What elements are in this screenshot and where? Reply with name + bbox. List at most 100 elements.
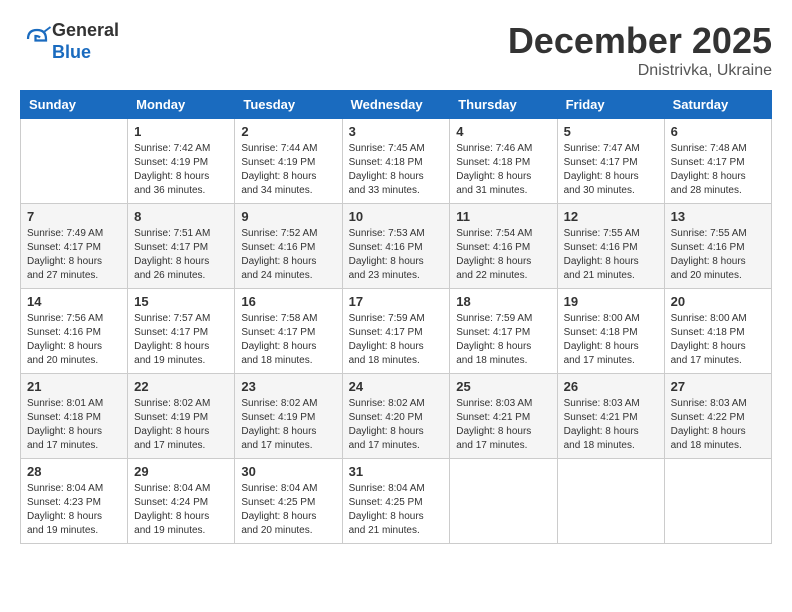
calendar-cell: 7 Sunrise: 7:49 AM Sunset: 4:17 PM Daylig… [21, 204, 128, 289]
day-info: Sunrise: 8:03 AM Sunset: 4:21 PM Dayligh… [456, 397, 550, 453]
calendar-cell: 25 Sunrise: 8:03 AM Sunset: 4:21 PM Dayli… [450, 374, 557, 459]
day-number: 23 [241, 379, 335, 394]
calendar-week-row: 1 Sunrise: 7:42 AM Sunset: 4:19 PM Daylig… [21, 119, 772, 204]
weekday-header: Thursday [450, 91, 557, 119]
calendar-week-row: 28 Sunrise: 8:04 AM Sunset: 4:23 PM Dayli… [21, 459, 772, 544]
day-info: Sunrise: 7:59 AM Sunset: 4:17 PM Dayligh… [349, 312, 444, 368]
day-info: Sunrise: 8:02 AM Sunset: 4:20 PM Dayligh… [349, 397, 444, 453]
calendar-cell: 3 Sunrise: 7:45 AM Sunset: 4:18 PM Daylig… [342, 119, 450, 204]
weekday-header: Friday [557, 91, 664, 119]
day-info: Sunrise: 8:04 AM Sunset: 4:23 PM Dayligh… [27, 482, 121, 538]
day-number: 2 [241, 124, 335, 139]
day-info: Sunrise: 8:04 AM Sunset: 4:25 PM Dayligh… [241, 482, 335, 538]
weekday-header-row: SundayMondayTuesdayWednesdayThursdayFrid… [21, 91, 772, 119]
day-number: 14 [27, 294, 121, 309]
day-info: Sunrise: 7:44 AM Sunset: 4:19 PM Dayligh… [241, 142, 335, 198]
day-info: Sunrise: 8:00 AM Sunset: 4:18 PM Dayligh… [671, 312, 765, 368]
day-number: 3 [349, 124, 444, 139]
day-number: 22 [134, 379, 228, 394]
day-number: 30 [241, 464, 335, 479]
day-info: Sunrise: 8:03 AM Sunset: 4:21 PM Dayligh… [564, 397, 658, 453]
day-info: Sunrise: 7:46 AM Sunset: 4:18 PM Dayligh… [456, 142, 550, 198]
calendar-cell: 1 Sunrise: 7:42 AM Sunset: 4:19 PM Daylig… [128, 119, 235, 204]
calendar-cell: 5 Sunrise: 7:47 AM Sunset: 4:17 PM Daylig… [557, 119, 664, 204]
calendar-cell: 31Sunrise: 8:04 AM Sunset: 4:25 PM Dayli… [342, 459, 450, 544]
day-number: 9 [241, 209, 335, 224]
day-info: Sunrise: 8:03 AM Sunset: 4:22 PM Dayligh… [671, 397, 765, 453]
calendar-cell [21, 119, 128, 204]
day-info: Sunrise: 7:54 AM Sunset: 4:16 PM Dayligh… [456, 227, 550, 283]
calendar-cell: 15Sunrise: 7:57 AM Sunset: 4:17 PM Dayli… [128, 289, 235, 374]
day-number: 19 [564, 294, 658, 309]
calendar-cell: 23 Sunrise: 8:02 AM Sunset: 4:19 PM Dayli… [235, 374, 342, 459]
calendar-cell: 2 Sunrise: 7:44 AM Sunset: 4:19 PM Daylig… [235, 119, 342, 204]
logo: General Blue [20, 20, 119, 63]
day-number: 13 [671, 209, 765, 224]
calendar-cell: 26Sunrise: 8:03 AM Sunset: 4:21 PM Dayli… [557, 374, 664, 459]
day-number: 6 [671, 124, 765, 139]
day-number: 12 [564, 209, 658, 224]
day-number: 5 [564, 124, 658, 139]
day-info: Sunrise: 7:55 AM Sunset: 4:16 PM Dayligh… [564, 227, 658, 283]
day-number: 7 [27, 209, 121, 224]
day-number: 17 [349, 294, 444, 309]
calendar-cell [664, 459, 771, 544]
logo-icon [22, 24, 52, 54]
calendar-cell: 24 Sunrise: 8:02 AM Sunset: 4:20 PM Dayli… [342, 374, 450, 459]
day-info: Sunrise: 7:45 AM Sunset: 4:18 PM Dayligh… [349, 142, 444, 198]
day-number: 4 [456, 124, 550, 139]
calendar-cell: 19 Sunrise: 8:00 AM Sunset: 4:18 PM Dayli… [557, 289, 664, 374]
calendar-cell: 22 Sunrise: 8:02 AM Sunset: 4:19 PM Dayli… [128, 374, 235, 459]
calendar-cell: 9Sunrise: 7:52 AM Sunset: 4:16 PM Daylig… [235, 204, 342, 289]
day-info: Sunrise: 8:01 AM Sunset: 4:18 PM Dayligh… [27, 397, 121, 453]
day-number: 11 [456, 209, 550, 224]
day-info: Sunrise: 7:47 AM Sunset: 4:17 PM Dayligh… [564, 142, 658, 198]
day-info: Sunrise: 7:55 AM Sunset: 4:16 PM Dayligh… [671, 227, 765, 283]
calendar-cell: 17 Sunrise: 7:59 AM Sunset: 4:17 PM Dayli… [342, 289, 450, 374]
calendar-cell: 27 Sunrise: 8:03 AM Sunset: 4:22 PM Dayli… [664, 374, 771, 459]
day-number: 10 [349, 209, 444, 224]
day-number: 24 [349, 379, 444, 394]
calendar-cell: 30 Sunrise: 8:04 AM Sunset: 4:25 PM Dayli… [235, 459, 342, 544]
day-info: Sunrise: 8:00 AM Sunset: 4:18 PM Dayligh… [564, 312, 658, 368]
day-number: 16 [241, 294, 335, 309]
day-number: 25 [456, 379, 550, 394]
page-header: General Blue December 2025 Dnistrivka, U… [20, 20, 772, 80]
day-info: Sunrise: 8:04 AM Sunset: 4:24 PM Dayligh… [134, 482, 228, 538]
calendar-cell: 6Sunrise: 7:48 AM Sunset: 4:17 PM Daylig… [664, 119, 771, 204]
title-block: December 2025 Dnistrivka, Ukraine [508, 20, 772, 80]
calendar-cell: 29Sunrise: 8:04 AM Sunset: 4:24 PM Dayli… [128, 459, 235, 544]
day-info: Sunrise: 7:53 AM Sunset: 4:16 PM Dayligh… [349, 227, 444, 283]
calendar-cell: 28 Sunrise: 8:04 AM Sunset: 4:23 PM Dayli… [21, 459, 128, 544]
day-number: 28 [27, 464, 121, 479]
weekday-header: Tuesday [235, 91, 342, 119]
day-number: 1 [134, 124, 228, 139]
day-info: Sunrise: 7:51 AM Sunset: 4:17 PM Dayligh… [134, 227, 228, 283]
day-info: Sunrise: 8:02 AM Sunset: 4:19 PM Dayligh… [134, 397, 228, 453]
day-number: 27 [671, 379, 765, 394]
calendar-week-row: 14 Sunrise: 7:56 AM Sunset: 4:16 PM Dayli… [21, 289, 772, 374]
calendar-cell: 12 Sunrise: 7:55 AM Sunset: 4:16 PM Dayli… [557, 204, 664, 289]
calendar-week-row: 21 Sunrise: 8:01 AM Sunset: 4:18 PM Dayli… [21, 374, 772, 459]
weekday-header: Monday [128, 91, 235, 119]
weekday-header: Sunday [21, 91, 128, 119]
calendar-cell: 20 Sunrise: 8:00 AM Sunset: 4:18 PM Dayli… [664, 289, 771, 374]
day-info: Sunrise: 7:49 AM Sunset: 4:17 PM Dayligh… [27, 227, 121, 283]
calendar-cell [557, 459, 664, 544]
day-number: 31 [349, 464, 444, 479]
weekday-header: Saturday [664, 91, 771, 119]
month-title: December 2025 [508, 20, 772, 62]
day-info: Sunrise: 7:56 AM Sunset: 4:16 PM Dayligh… [27, 312, 121, 368]
calendar-cell: 21 Sunrise: 8:01 AM Sunset: 4:18 PM Dayli… [21, 374, 128, 459]
day-info: Sunrise: 7:42 AM Sunset: 4:19 PM Dayligh… [134, 142, 228, 198]
calendar-week-row: 7 Sunrise: 7:49 AM Sunset: 4:17 PM Daylig… [21, 204, 772, 289]
day-number: 18 [456, 294, 550, 309]
weekday-header: Wednesday [342, 91, 450, 119]
calendar-cell: 13 Sunrise: 7:55 AM Sunset: 4:16 PM Dayli… [664, 204, 771, 289]
day-info: Sunrise: 7:58 AM Sunset: 4:17 PM Dayligh… [241, 312, 335, 368]
day-number: 21 [27, 379, 121, 394]
calendar-cell [450, 459, 557, 544]
day-info: Sunrise: 8:02 AM Sunset: 4:19 PM Dayligh… [241, 397, 335, 453]
day-info: Sunrise: 7:57 AM Sunset: 4:17 PM Dayligh… [134, 312, 228, 368]
day-number: 20 [671, 294, 765, 309]
